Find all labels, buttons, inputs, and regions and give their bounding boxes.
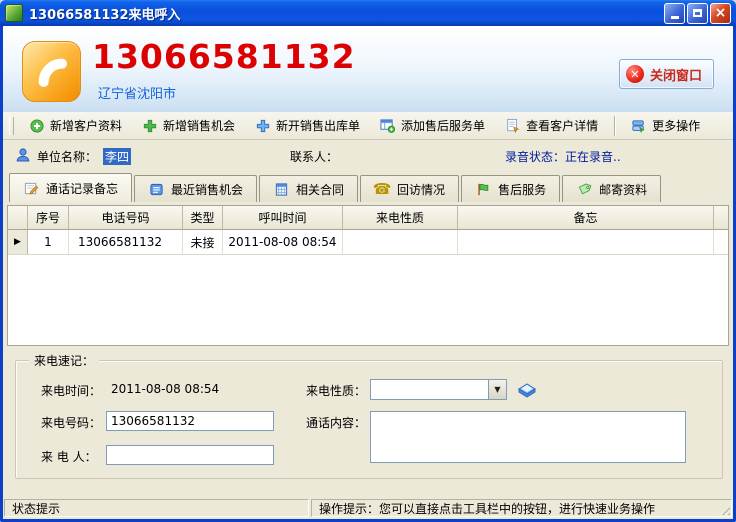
row-arrow-icon: ▶ xyxy=(14,237,21,247)
maximize-button[interactable] xyxy=(687,3,708,24)
infobar: 单位名称： 李四 联系人： 录音状态：正在录音.. xyxy=(3,140,733,172)
content-label: 通话内容： xyxy=(306,414,366,431)
add-service-order-button[interactable]: 添加售后服务单 xyxy=(370,114,495,137)
new-outbound-order-icon xyxy=(255,118,270,133)
tab-after-service[interactable]: 售后服务 xyxy=(461,175,560,202)
close-button[interactable]: × xyxy=(710,3,731,24)
number-label: 来电号码： xyxy=(41,414,101,431)
tab-recent-sales[interactable]: 最近销售机会 xyxy=(134,175,257,202)
contact-label: 联系人： xyxy=(290,140,338,172)
window-title: 13066581132来电呼入 xyxy=(29,4,664,23)
nature-dictionary-button[interactable] xyxy=(515,378,539,400)
more-actions-icon xyxy=(631,118,646,133)
header-time[interactable]: 呼叫时间 xyxy=(223,206,343,229)
call-memo-icon xyxy=(23,180,39,196)
after-service-flag-icon xyxy=(475,181,491,197)
row-selector: ▶ xyxy=(8,230,28,254)
cell-type: 未接 xyxy=(183,230,223,254)
call-note-form: 来电速记： 来电时间： 2011-08-08 08:54 来电性质： ▼ 来电号… xyxy=(3,348,733,497)
resize-grip[interactable] xyxy=(719,504,730,515)
contract-icon xyxy=(273,181,289,197)
header-seq[interactable]: 序号 xyxy=(28,206,69,229)
person-icon xyxy=(15,147,31,166)
status-left: 状态提示 xyxy=(4,499,309,517)
view-customer-detail-button[interactable]: 查看客户详情 xyxy=(495,114,608,137)
status-right: 操作提示：您可以直接点击工具栏中的按钮，进行快速业务操作 xyxy=(311,499,732,517)
app-icon xyxy=(5,4,23,22)
add-customer-button[interactable]: 新增客户资料 xyxy=(19,114,132,137)
phone-handset-icon xyxy=(22,41,81,102)
header-phone[interactable]: 电话号码 xyxy=(69,206,183,229)
view-customer-detail-icon xyxy=(505,118,520,133)
more-actions-button[interactable]: 更多操作 xyxy=(621,114,710,137)
toolbar-separator xyxy=(614,116,615,136)
call-log-table-area: 序号 电话号码 类型 呼叫时间 来电性质 备忘 ▶ 1 13066581132 … xyxy=(3,202,733,348)
call-log-grid: 序号 电话号码 类型 呼叫时间 来电性质 备忘 ▶ 1 13066581132 … xyxy=(7,205,729,346)
combo-dropdown-icon[interactable]: ▼ xyxy=(488,380,506,399)
call-time-value: 2011-08-08 08:54 xyxy=(111,382,219,396)
tab-strip: 通话记录备忘 最近销售机会 相关合同 ☎ 回访情况 售后服务 xyxy=(3,172,733,202)
nature-combobox-value xyxy=(371,380,488,399)
close-window-button[interactable]: ✕ 关闭窗口 xyxy=(619,59,714,89)
number-input[interactable] xyxy=(106,411,274,431)
group-title: 来电速记： xyxy=(29,352,99,369)
cell-seq: 1 xyxy=(28,230,69,254)
toolbar-grip[interactable] xyxy=(9,117,14,135)
call-time-label: 来电时间： xyxy=(41,382,101,399)
nature-combobox[interactable]: ▼ xyxy=(370,379,507,400)
recording-status: 录音状态：正在录音.. xyxy=(505,140,621,172)
toolbar: 新增客户资料 新增销售机会 新开销售出库单 添加售后服务单 查看客户详情 xyxy=(3,112,733,140)
table-row[interactable]: ▶ 1 13066581132 未接 2011-08-08 08:54 xyxy=(8,230,728,255)
grid-header-row: 序号 电话号码 类型 呼叫时间 来电性质 备忘 xyxy=(8,206,728,230)
maximize-icon xyxy=(693,9,702,17)
status-tip-text: 操作提示：您可以直接点击工具栏中的按钮，进行快速业务操作 xyxy=(319,500,655,517)
tab-callback[interactable]: ☎ 回访情况 xyxy=(360,175,459,202)
content-textarea[interactable] xyxy=(370,411,686,463)
callback-phone-icon: ☎ xyxy=(374,181,390,197)
call-popup-window: 13066581132来电呼入 × 13066581132 辽宁省沈阳市 ✕ 关… xyxy=(0,0,736,522)
caller-banner: 13066581132 辽宁省沈阳市 ✕ 关闭窗口 xyxy=(3,26,733,112)
cell-filler xyxy=(714,230,728,254)
caller-input[interactable] xyxy=(106,445,274,465)
close-window-icon: ✕ xyxy=(626,65,644,83)
header-selector xyxy=(8,206,28,229)
minimize-icon xyxy=(671,16,679,19)
titlebar[interactable]: 13066581132来电呼入 × xyxy=(0,0,736,26)
unit-name-group: 单位名称： 李四 xyxy=(15,140,131,172)
cell-memo xyxy=(458,230,714,254)
tab-contract[interactable]: 相关合同 xyxy=(259,175,358,202)
header-type[interactable]: 类型 xyxy=(183,206,223,229)
nature-label: 来电性质： xyxy=(306,382,366,399)
tab-mail-material[interactable]: 邮寄资料 xyxy=(562,175,661,202)
add-service-order-icon xyxy=(380,118,395,133)
statusbar: 状态提示 操作提示：您可以直接点击工具栏中的按钮，进行快速业务操作 xyxy=(3,497,733,519)
cell-time: 2011-08-08 08:54 xyxy=(223,230,343,254)
cell-nature xyxy=(343,230,458,254)
header-nature[interactable]: 来电性质 xyxy=(343,206,458,229)
caller-location: 辽宁省沈阳市 xyxy=(98,83,176,102)
tab-call-memo[interactable]: 通话记录备忘 xyxy=(9,173,132,202)
new-outbound-order-button[interactable]: 新开销售出库单 xyxy=(245,114,370,137)
cell-phone: 13066581132 xyxy=(69,230,183,254)
add-sales-chance-button[interactable]: 新增销售机会 xyxy=(132,114,245,137)
caller-label: 来 电 人： xyxy=(41,448,97,465)
unit-name-label: 单位名称： xyxy=(37,148,97,165)
unit-name-value[interactable]: 李四 xyxy=(103,148,131,165)
header-filler xyxy=(714,206,728,229)
close-icon: × xyxy=(715,6,727,20)
header-memo[interactable]: 备忘 xyxy=(458,206,714,229)
add-customer-icon xyxy=(29,118,44,133)
caller-number: 13066581132 xyxy=(92,39,356,75)
recent-sales-icon xyxy=(148,181,164,197)
mail-tag-icon xyxy=(576,181,592,197)
add-sales-chance-icon xyxy=(142,118,157,133)
minimize-button[interactable] xyxy=(664,3,685,24)
